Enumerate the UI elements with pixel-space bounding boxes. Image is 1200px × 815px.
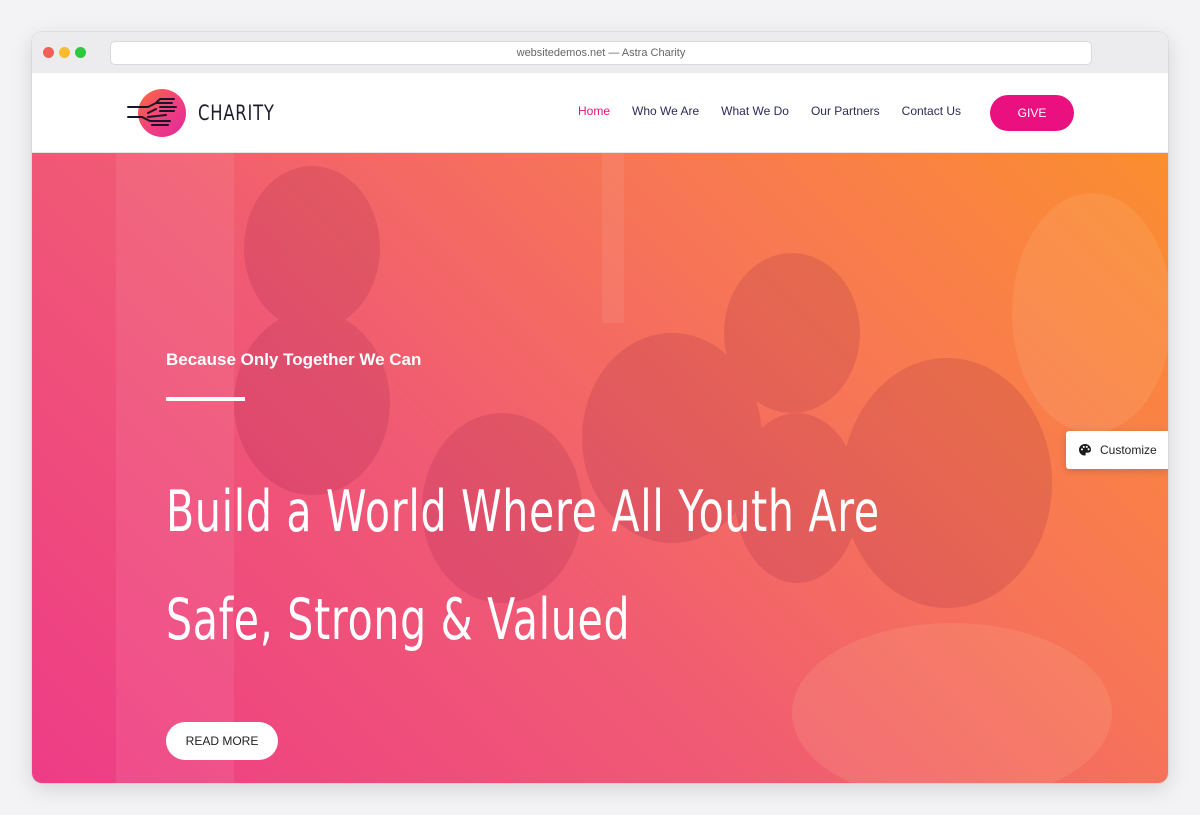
customize-label: Customize: [1100, 443, 1157, 457]
hero-tagline: Because Only Together We Can: [166, 350, 422, 369]
hands-icon: [127, 98, 177, 126]
nav-what-we-do[interactable]: What We Do: [721, 104, 789, 118]
tagline-divider: [166, 397, 245, 401]
nav-home[interactable]: Home: [578, 104, 610, 118]
hero-section: Because Only Together We Can Build a Wor…: [32, 153, 1168, 783]
give-button[interactable]: GIVE: [990, 95, 1074, 131]
customize-button[interactable]: Customize: [1066, 431, 1168, 469]
close-window-button[interactable]: [43, 47, 54, 58]
nav-who-we-are[interactable]: Who We Are: [632, 104, 699, 118]
site-logo[interactable]: CHARITY: [126, 89, 276, 139]
hero-headline: Build a World Where All Youth Are Safe, …: [166, 458, 880, 674]
read-more-button[interactable]: READ MORE: [166, 722, 278, 760]
logo-text: CHARITY: [198, 101, 275, 125]
address-bar[interactable]: websitedemos.net — Astra Charity: [110, 41, 1092, 65]
browser-chrome: websitedemos.net — Astra Charity: [32, 32, 1168, 74]
minimize-window-button[interactable]: [59, 47, 70, 58]
site-header: CHARITY Home Who We Are What We Do Our P…: [32, 73, 1168, 153]
maximize-window-button[interactable]: [75, 47, 86, 58]
main-menu: Home Who We Are What We Do Our Partners …: [578, 104, 961, 118]
palette-icon: [1079, 444, 1091, 456]
headline-line-1: Build a World Where All Youth Are: [166, 479, 880, 545]
nav-contact-us[interactable]: Contact Us: [902, 104, 961, 118]
nav-our-partners[interactable]: Our Partners: [811, 104, 880, 118]
browser-window: websitedemos.net — Astra Charity CHARITY: [32, 32, 1168, 783]
headline-line-2: Safe, Strong & Valued: [166, 587, 631, 653]
